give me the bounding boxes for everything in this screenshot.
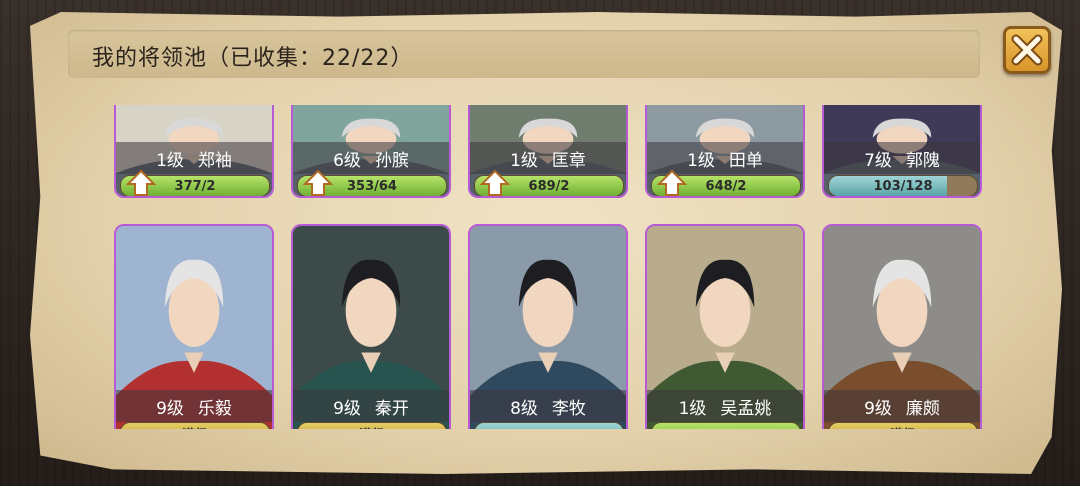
general-level: 9级 (156, 398, 184, 419)
name-bar: 9级 乐毅 (116, 390, 272, 422)
general-card[interactable]: 6级 孙膑 353/64 (291, 105, 451, 198)
name-bar: 7级 郭隗 (824, 142, 980, 174)
general-level: 6级 (333, 150, 361, 171)
general-card[interactable]: 1级 吴孟姚 (645, 224, 805, 429)
name-bar: 8级 李牧 (470, 390, 626, 422)
general-name: 孙膑 (374, 150, 409, 171)
general-card[interactable]: 1级 郑袖 377/2 (114, 105, 274, 198)
status-bar: 满级 (828, 422, 978, 429)
close-icon (1011, 34, 1043, 66)
general-level: 9级 (864, 398, 892, 419)
upgrade-arrow-icon[interactable] (470, 169, 514, 196)
status-bar (474, 422, 624, 429)
general-level: 1级 (678, 398, 707, 419)
general-card[interactable]: 9级乐毅满级 (114, 224, 274, 429)
progress-text: 103/128 (873, 178, 933, 194)
general-grid: 1级 郑袖 377/2 6级 孙膑 353/64 1级 匡章 689/2 1级 田单 648/2 7级郭… (0, 105, 1080, 429)
general-card[interactable]: 7级 郭隗 103/128 (822, 105, 982, 198)
status-text (475, 423, 623, 429)
general-name: 匡章 (551, 150, 586, 171)
status-text (652, 423, 800, 429)
status-text: 满级 (829, 423, 977, 430)
status-bar (651, 422, 801, 429)
general-card[interactable]: 9级廉颇满级 (822, 224, 982, 429)
general-level: 1级 (687, 150, 715, 171)
general-name: 郑袖 (197, 150, 232, 171)
general-level: 7级 (864, 150, 892, 171)
general-name: 乐毅 (197, 398, 232, 419)
general-name: 李牧 (551, 398, 586, 419)
general-level: 8级 (510, 398, 538, 419)
upgrade-arrow-icon[interactable] (647, 169, 691, 196)
general-name: 郭隗 (905, 150, 940, 171)
upgrade-arrow-icon[interactable] (116, 169, 160, 196)
general-name: 秦开 (374, 398, 409, 419)
general-card[interactable]: 1级 匡章 689/2 (468, 105, 628, 198)
status-bar: 满级 (120, 422, 270, 429)
shard-progress-bar: 103/128 (828, 175, 978, 196)
close-button[interactable] (1003, 26, 1051, 74)
general-name: 吴孟姚 (720, 398, 772, 419)
general-card[interactable]: 9级秦开满级 (291, 224, 451, 429)
general-name: 田单 (728, 150, 763, 171)
status-bar: 满级 (297, 422, 447, 429)
general-level: 9级 (333, 398, 361, 419)
general-name: 廉颇 (905, 398, 940, 419)
status-text: 满级 (298, 423, 446, 430)
name-bar: 1级 吴孟姚 (647, 390, 803, 422)
upgrade-arrow-icon[interactable] (293, 169, 337, 196)
name-bar: 9级 秦开 (293, 390, 449, 422)
status-text: 满级 (121, 423, 269, 430)
general-level: 1级 (510, 150, 538, 171)
general-card[interactable]: 1级 田单 648/2 (645, 105, 805, 198)
page-title: 我的将领池（已收集：22/22） (92, 46, 414, 71)
general-card[interactable]: 8级 李牧 (468, 224, 628, 429)
general-level: 1级 (156, 150, 184, 171)
name-bar: 9级 廉颇 (824, 390, 980, 422)
